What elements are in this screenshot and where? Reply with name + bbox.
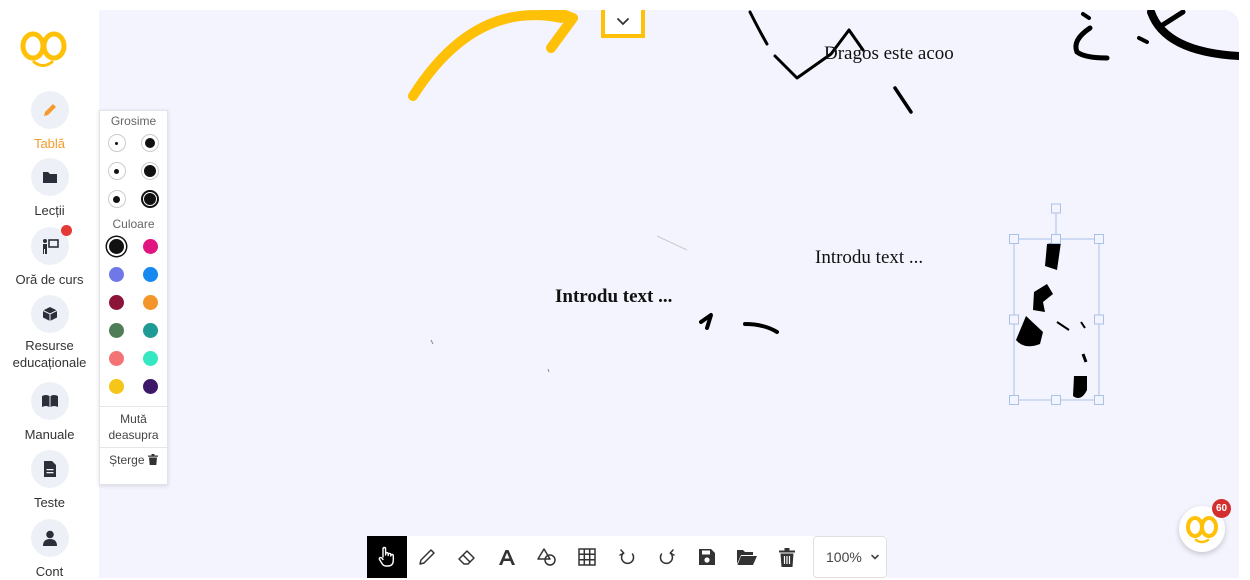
delete-label: Șterge [109, 453, 145, 467]
mascot-icon [1186, 516, 1218, 544]
zoom-select[interactable]: 100% [813, 536, 887, 578]
chevron-down-icon [617, 18, 629, 26]
bottom-toolbar: 100% [367, 536, 887, 578]
thickness-option-2[interactable] [107, 162, 126, 180]
whiteboard-canvas[interactable]: Dragos este acoo Introdu text ... Introd… [99, 10, 1239, 578]
color-swatch[interactable] [109, 350, 125, 366]
thickness-option-6[interactable] [141, 190, 160, 208]
hand-pointer-icon [378, 546, 394, 567]
logo[interactable] [15, 26, 71, 72]
color-swatch[interactable] [142, 378, 158, 394]
color-swatch[interactable] [109, 322, 125, 338]
assistant-mascot-button[interactable]: 60 [1179, 499, 1231, 552]
sidebar-item-label: Oră de curs [15, 272, 84, 287]
document-icon [30, 450, 69, 488]
delete-all-button[interactable] [767, 536, 807, 578]
properties-panel: Grosime Culoare Mută deasupra Șterge [99, 110, 168, 485]
color-swatch[interactable] [109, 378, 125, 394]
notification-badge [60, 225, 72, 236]
sidebar-item-cont[interactable]: Cont [0, 519, 99, 580]
thickness-option-4[interactable] [141, 134, 160, 152]
trash-icon [147, 454, 158, 465]
color-swatch[interactable] [142, 350, 158, 366]
teacher-board-icon [30, 225, 72, 265]
sidebar-item-teste[interactable]: Teste [0, 450, 99, 511]
sidebar-item-label: Tablă [33, 136, 66, 151]
sidebar-item-lectii[interactable]: Lecții [0, 158, 99, 219]
board-text[interactable]: Introdu text ... [815, 247, 923, 269]
shapes-tool-button[interactable] [527, 536, 567, 578]
color-palette [100, 232, 167, 400]
delete-element-button[interactable]: Șterge [100, 448, 167, 472]
bring-to-front-button[interactable]: Mută deasupra [100, 407, 167, 447]
sidebar-item-label: Teste [33, 495, 66, 510]
thickness-option-3[interactable] [107, 190, 126, 208]
thickness-option-1[interactable] [107, 134, 126, 152]
thickness-heading: Grosime [110, 114, 157, 128]
redo-button[interactable] [647, 536, 687, 578]
cube-icon [30, 295, 69, 333]
sidebar-item-label: Manuale [24, 427, 75, 442]
folder-icon [30, 158, 69, 196]
redo-icon [659, 549, 675, 565]
notification-count-badge: 60 [1212, 499, 1231, 518]
eraser-icon [458, 550, 475, 565]
color-heading: Culoare [112, 217, 155, 231]
eraser-tool-button[interactable] [447, 536, 487, 578]
save-icon [699, 549, 715, 565]
sidebar-item-tabla[interactable]: Tablă [0, 91, 99, 152]
chevron-down-icon [871, 554, 879, 560]
folder-open-icon [737, 550, 757, 565]
color-swatch[interactable] [142, 266, 158, 282]
grid-icon [578, 548, 596, 566]
pen-tool-button[interactable] [407, 536, 447, 578]
pen-icon [419, 549, 435, 565]
table-tool-button[interactable] [567, 536, 607, 578]
board-text[interactable]: Dragos este acoo [824, 43, 954, 65]
pencil-icon [30, 91, 69, 129]
color-swatch[interactable] [142, 238, 158, 254]
sidebar-item-label: Lecții [34, 203, 65, 218]
color-swatch[interactable] [109, 266, 125, 282]
sidebar-item-ora-de-curs[interactable]: Oră de curs [0, 225, 99, 288]
sidebar: Tablă Lecții Oră de curs Resurse educați… [0, 0, 99, 580]
color-swatch[interactable] [109, 294, 125, 310]
color-swatch[interactable] [109, 238, 125, 254]
open-button[interactable] [727, 536, 767, 578]
sidebar-item-manuale[interactable]: Manuale [0, 382, 99, 443]
save-button[interactable] [687, 536, 727, 578]
color-swatch[interactable] [142, 322, 158, 338]
trash-icon [779, 547, 795, 567]
hand-tool-button[interactable] [367, 536, 407, 578]
zoom-value: 100% [826, 549, 862, 565]
sidebar-item-label: Cont [35, 564, 64, 579]
thickness-option-5[interactable] [141, 162, 160, 180]
user-icon [30, 519, 69, 557]
collapse-panel-button[interactable] [601, 10, 645, 38]
text-icon [499, 550, 515, 565]
book-icon [30, 382, 69, 420]
undo-button[interactable] [607, 536, 647, 578]
color-swatch[interactable] [142, 294, 158, 310]
sidebar-item-resurse[interactable]: Resurse educaționale [0, 295, 99, 371]
board-text[interactable]: Introdu text ... [555, 286, 672, 308]
sidebar-item-label: Resurse educaționale [12, 338, 87, 370]
shapes-icon [537, 548, 556, 566]
undo-icon [619, 549, 635, 565]
text-tool-button[interactable] [487, 536, 527, 578]
